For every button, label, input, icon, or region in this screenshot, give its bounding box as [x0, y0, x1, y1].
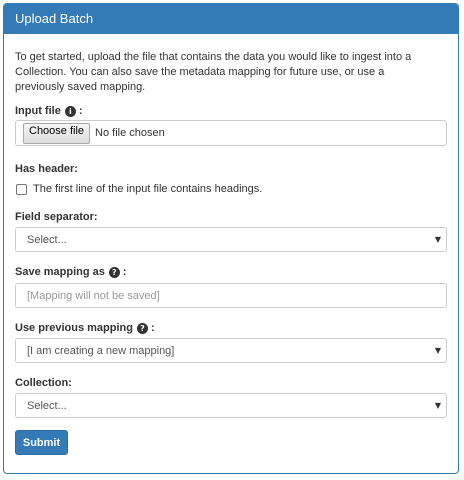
has-header-checkbox[interactable] — [16, 183, 27, 195]
previous-mapping-selected: [I am creating a new mapping] — [27, 344, 175, 357]
file-status-text: No file chosen — [95, 127, 165, 139]
collection-select[interactable]: Select... ▼ — [15, 393, 447, 418]
field-separator-select[interactable]: Select... ▼ — [15, 227, 447, 252]
previous-mapping-label: Use previous mapping ? : — [15, 321, 155, 335]
chevron-down-icon: ▼ — [434, 346, 441, 355]
save-mapping-label: Save mapping as ? : — [15, 265, 127, 279]
upload-batch-panel: Upload Batch To get started, upload the … — [3, 3, 459, 474]
save-mapping-input[interactable]: [Mapping will not be saved] — [15, 283, 447, 308]
question-icon[interactable]: ? — [136, 322, 148, 334]
field-separator-selected: Select... — [27, 233, 67, 246]
has-header-row[interactable]: The first line of the input file contain… — [15, 182, 262, 196]
previous-mapping-select[interactable]: [I am creating a new mapping] ▼ — [15, 338, 447, 363]
intro-text: To get started, upload the file that con… — [15, 51, 412, 93]
previous-mapping-label-suffix: : — [150, 322, 155, 334]
collection-selected: Select... — [27, 399, 67, 412]
panel-body: To get started, upload the file that con… — [4, 50, 458, 455]
input-file-label-text: Input file — [15, 105, 61, 117]
submit-button[interactable]: Submit — [15, 430, 68, 455]
question-icon[interactable]: ? — [108, 266, 120, 278]
chevron-down-icon: ▼ — [434, 235, 441, 244]
has-header-label: Has header: — [15, 163, 78, 175]
panel-title: Upload Batch — [4, 4, 458, 34]
collection-label: Collection: — [15, 377, 72, 389]
field-separator-label: Field separator: — [15, 211, 98, 223]
save-mapping-label-text: Save mapping as — [15, 266, 105, 278]
input-file-label: Input file i : — [15, 104, 83, 118]
has-header-checkbox-label[interactable]: The first line of the input file contain… — [33, 183, 262, 195]
input-file-field[interactable]: Choose file No file chosen — [15, 120, 447, 146]
info-icon[interactable]: i — [64, 105, 76, 117]
chevron-down-icon: ▼ — [434, 401, 441, 410]
save-mapping-placeholder: [Mapping will not be saved] — [27, 289, 160, 302]
input-file-label-suffix: : — [78, 105, 83, 117]
save-mapping-label-suffix: : — [122, 266, 127, 278]
previous-mapping-label-text: Use previous mapping — [15, 322, 133, 334]
choose-file-button[interactable]: Choose file — [23, 122, 91, 144]
